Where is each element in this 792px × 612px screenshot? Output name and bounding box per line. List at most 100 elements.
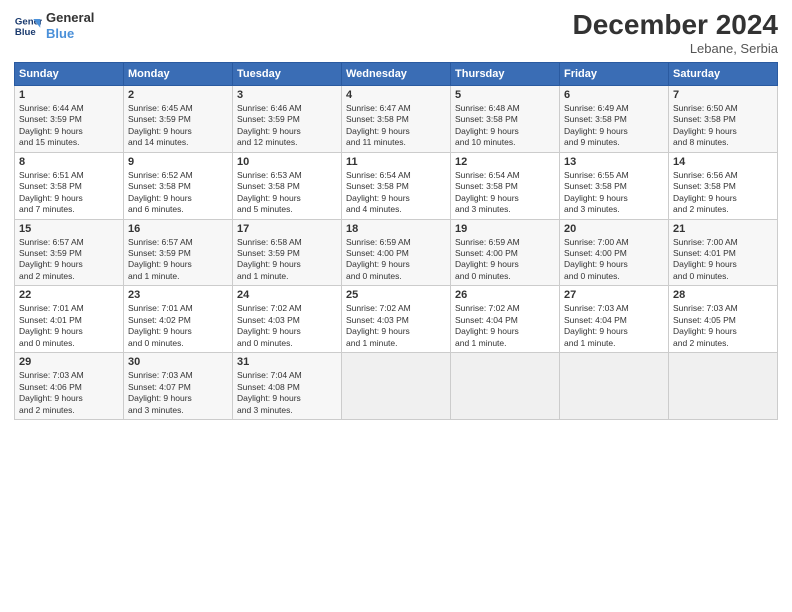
day-number: 11 — [346, 156, 446, 168]
calendar-cell — [669, 353, 778, 420]
calendar-cell: 8Sunrise: 6:51 AM Sunset: 3:58 PM Daylig… — [15, 152, 124, 219]
day-info: Sunrise: 7:03 AM Sunset: 4:07 PM Dayligh… — [128, 370, 228, 416]
day-number: 15 — [19, 223, 119, 235]
calendar-cell: 10 Sunrise: 6:53 AM Sunset: 3:58 PM Dayli… — [233, 152, 342, 219]
calendar-week-row: 1 Sunrise: 6:44 AM Sunset: 3:59 PM Daylig… — [15, 85, 778, 152]
calendar-cell: 29 Sunrise: 7:03 AM Sunset: 4:06 PM Dayli… — [15, 353, 124, 420]
day-number: 7 — [673, 89, 773, 101]
day-number: 4 — [346, 89, 446, 101]
calendar-week-row: 29 Sunrise: 7:03 AM Sunset: 4:06 PM Dayli… — [15, 353, 778, 420]
calendar-cell: 6 Sunrise: 6:49 AM Sunset: 3:58 PM Daylig… — [560, 85, 669, 152]
day-number: 25 — [346, 289, 446, 301]
calendar-table: SundayMondayTuesdayWednesdayThursdayFrid… — [14, 62, 778, 420]
day-info: Sunrise: 6:58 AM Sunset: 3:59 PM Dayligh… — [237, 237, 337, 283]
calendar-cell: 22 Sunrise: 7:01 AM Sunset: 4:01 PM Dayli… — [15, 286, 124, 353]
day-number: 16 — [128, 223, 228, 235]
title-block: December 2024 Lebane, Serbia — [573, 10, 778, 56]
day-number: 27 — [564, 289, 664, 301]
day-info: Sunrise: 6:47 AM Sunset: 3:58 PM Dayligh… — [346, 103, 446, 149]
day-number: 14 — [673, 156, 773, 168]
calendar-cell: 23 Sunrise: 7:01 AM Sunset: 4:02 PM Dayli… — [124, 286, 233, 353]
calendar-cell: 15 Sunrise: 6:57 AM Sunset: 3:59 PM Dayli… — [15, 219, 124, 286]
calendar-week-row: 15 Sunrise: 6:57 AM Sunset: 3:59 PM Dayli… — [15, 219, 778, 286]
calendar-cell: 21 Sunrise: 7:00 AM Sunset: 4:01 PM Dayli… — [669, 219, 778, 286]
day-info: Sunrise: 6:52 AM Sunset: 3:58 PM Dayligh… — [128, 170, 228, 216]
day-number: 21 — [673, 223, 773, 235]
day-number: 22 — [19, 289, 119, 301]
day-info: Sunrise: 7:03 AM Sunset: 4:06 PM Dayligh… — [19, 370, 119, 416]
day-info: Sunrise: 6:46 AM Sunset: 3:59 PM Dayligh… — [237, 103, 337, 149]
calendar-cell: 5 Sunrise: 6:48 AM Sunset: 3:58 PM Daylig… — [451, 85, 560, 152]
day-info: Sunrise: 6:44 AM Sunset: 3:59 PM Dayligh… — [19, 103, 119, 149]
day-info: Sunrise: 7:02 AM Sunset: 4:03 PM Dayligh… — [346, 303, 446, 349]
logo-icon: General Blue — [14, 12, 42, 40]
column-header-tuesday: Tuesday — [233, 62, 342, 85]
calendar-cell: 19Sunrise: 6:59 AM Sunset: 4:00 PM Dayli… — [451, 219, 560, 286]
day-info: Sunrise: 6:53 AM Sunset: 3:58 PM Dayligh… — [237, 170, 337, 216]
day-number: 3 — [237, 89, 337, 101]
calendar-cell: 3 Sunrise: 6:46 AM Sunset: 3:59 PM Daylig… — [233, 85, 342, 152]
day-number: 6 — [564, 89, 664, 101]
day-number: 31 — [237, 356, 337, 368]
day-number: 12 — [455, 156, 555, 168]
day-info: Sunrise: 7:01 AM Sunset: 4:02 PM Dayligh… — [128, 303, 228, 349]
day-number: 5 — [455, 89, 555, 101]
calendar-cell — [451, 353, 560, 420]
day-number: 18 — [346, 223, 446, 235]
day-number: 26 — [455, 289, 555, 301]
day-info: Sunrise: 6:49 AM Sunset: 3:58 PM Dayligh… — [564, 103, 664, 149]
day-info: Sunrise: 6:45 AM Sunset: 3:59 PM Dayligh… — [128, 103, 228, 149]
calendar-cell: 31 Sunrise: 7:04 AM Sunset: 4:08 PM Dayli… — [233, 353, 342, 420]
column-header-monday: Monday — [124, 62, 233, 85]
calendar-cell: 20Sunrise: 7:00 AM Sunset: 4:00 PM Dayli… — [560, 219, 669, 286]
logo-text-line1: General — [46, 10, 94, 26]
logo-text-line2: Blue — [46, 26, 94, 42]
day-info: Sunrise: 6:59 AM Sunset: 4:00 PM Dayligh… — [346, 237, 446, 283]
day-info: Sunrise: 6:57 AM Sunset: 3:59 PM Dayligh… — [19, 237, 119, 283]
calendar-cell — [560, 353, 669, 420]
day-info: Sunrise: 7:02 AM Sunset: 4:04 PM Dayligh… — [455, 303, 555, 349]
calendar-cell: 14 Sunrise: 6:56 AM Sunset: 3:58 PM Dayli… — [669, 152, 778, 219]
day-info: Sunrise: 7:04 AM Sunset: 4:08 PM Dayligh… — [237, 370, 337, 416]
calendar-cell: 25 Sunrise: 7:02 AM Sunset: 4:03 PM Dayli… — [342, 286, 451, 353]
day-number: 19 — [455, 223, 555, 235]
day-info: Sunrise: 6:56 AM Sunset: 3:58 PM Dayligh… — [673, 170, 773, 216]
calendar-cell: 11Sunrise: 6:54 AM Sunset: 3:58 PM Dayli… — [342, 152, 451, 219]
day-info: Sunrise: 7:01 AM Sunset: 4:01 PM Dayligh… — [19, 303, 119, 349]
calendar-cell: 30Sunrise: 7:03 AM Sunset: 4:07 PM Dayli… — [124, 353, 233, 420]
logo: General Blue General Blue — [14, 10, 94, 41]
calendar-cell: 1 Sunrise: 6:44 AM Sunset: 3:59 PM Daylig… — [15, 85, 124, 152]
calendar-cell: 27 Sunrise: 7:03 AM Sunset: 4:04 PM Dayli… — [560, 286, 669, 353]
calendar-cell: 28Sunrise: 7:03 AM Sunset: 4:05 PM Dayli… — [669, 286, 778, 353]
calendar-header-row: SundayMondayTuesdayWednesdayThursdayFrid… — [15, 62, 778, 85]
calendar-cell: 9Sunrise: 6:52 AM Sunset: 3:58 PM Daylig… — [124, 152, 233, 219]
calendar-cell: 26 Sunrise: 7:02 AM Sunset: 4:04 PM Dayli… — [451, 286, 560, 353]
day-info: Sunrise: 7:00 AM Sunset: 4:00 PM Dayligh… — [564, 237, 664, 283]
day-number: 1 — [19, 89, 119, 101]
calendar-cell: 12 Sunrise: 6:54 AM Sunset: 3:58 PM Dayli… — [451, 152, 560, 219]
day-number: 10 — [237, 156, 337, 168]
day-info: Sunrise: 6:50 AM Sunset: 3:58 PM Dayligh… — [673, 103, 773, 149]
column-header-wednesday: Wednesday — [342, 62, 451, 85]
calendar-cell: 16 Sunrise: 6:57 AM Sunset: 3:59 PM Dayli… — [124, 219, 233, 286]
calendar-cell: 17 Sunrise: 6:58 AM Sunset: 3:59 PM Dayli… — [233, 219, 342, 286]
day-number: 24 — [237, 289, 337, 301]
calendar-cell — [342, 353, 451, 420]
day-number: 13 — [564, 156, 664, 168]
day-number: 17 — [237, 223, 337, 235]
column-header-friday: Friday — [560, 62, 669, 85]
day-number: 2 — [128, 89, 228, 101]
column-header-saturday: Saturday — [669, 62, 778, 85]
day-info: Sunrise: 6:57 AM Sunset: 3:59 PM Dayligh… — [128, 237, 228, 283]
day-info: Sunrise: 7:00 AM Sunset: 4:01 PM Dayligh… — [673, 237, 773, 283]
svg-text:Blue: Blue — [15, 26, 36, 37]
day-info: Sunrise: 7:02 AM Sunset: 4:03 PM Dayligh… — [237, 303, 337, 349]
day-info: Sunrise: 7:03 AM Sunset: 4:04 PM Dayligh… — [564, 303, 664, 349]
day-info: Sunrise: 6:54 AM Sunset: 3:58 PM Dayligh… — [455, 170, 555, 216]
day-number: 29 — [19, 356, 119, 368]
calendar-week-row: 8Sunrise: 6:51 AM Sunset: 3:58 PM Daylig… — [15, 152, 778, 219]
day-info: Sunrise: 6:48 AM Sunset: 3:58 PM Dayligh… — [455, 103, 555, 149]
page-header: General Blue General Blue December 2024 … — [14, 10, 778, 56]
day-number: 23 — [128, 289, 228, 301]
calendar-cell: 4 Sunrise: 6:47 AM Sunset: 3:58 PM Daylig… — [342, 85, 451, 152]
